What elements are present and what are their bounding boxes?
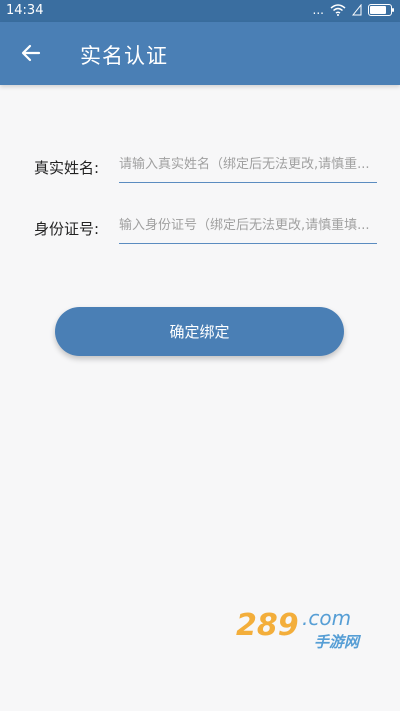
page-title: 实名认证 — [80, 44, 168, 68]
app-bar: 实名认证 — [0, 22, 400, 85]
id-number-label: 身份证号: — [34, 220, 100, 238]
svg-text:.com: .com — [302, 606, 351, 630]
watermark-logo: 289 .com 手游网 — [236, 606, 362, 651]
real-name-input[interactable] — [119, 147, 377, 183]
status-time: 14:34 — [6, 3, 44, 18]
confirm-bind-button[interactable]: 确定绑定 — [55, 307, 344, 356]
real-name-label: 真实姓名: — [34, 159, 100, 177]
status-icons: ... — [312, 3, 394, 17]
arrow-left-icon — [21, 44, 41, 62]
svg-text:289: 289 — [236, 608, 299, 643]
battery-level-fill — [370, 6, 386, 14]
real-name-row: 真实姓名: — [34, 147, 378, 203]
signal-dots-icon: ... — [312, 3, 324, 17]
id-number-row: 身份证号: — [34, 208, 378, 264]
wifi-icon — [330, 4, 346, 16]
cellular-signal-icon — [352, 4, 362, 16]
id-number-input[interactable] — [119, 208, 377, 244]
svg-text:手游网: 手游网 — [314, 633, 362, 651]
status-bar: 14:34 ... — [0, 0, 400, 22]
battery-icon — [368, 4, 394, 16]
back-button[interactable] — [14, 38, 48, 68]
